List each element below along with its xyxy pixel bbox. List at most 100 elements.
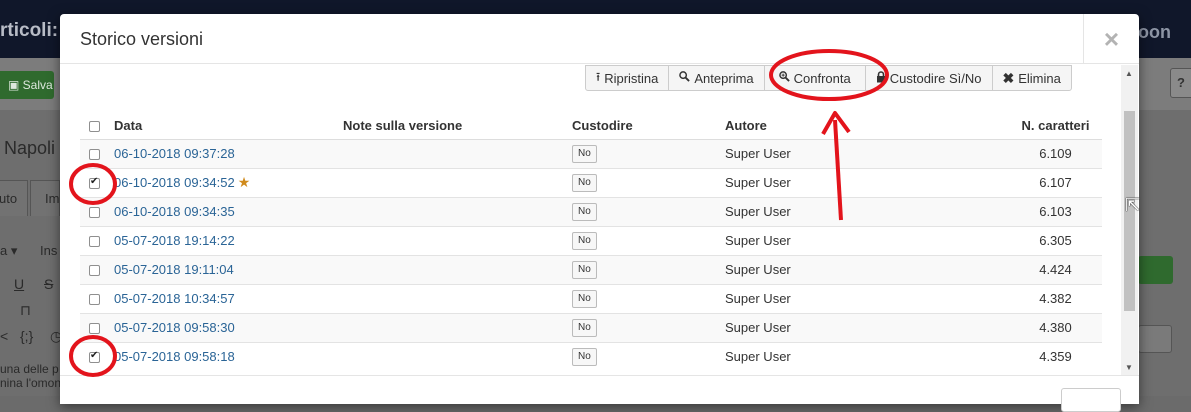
keep-toggle[interactable]: No [572,145,597,163]
bookmark-icon[interactable]: ⊓ [20,302,31,319]
row-select-cell [80,167,114,197]
table-row[interactable]: 05-07-2018 09:58:30 No Super User 4.380 [80,312,1102,342]
keep-cell: No [572,167,725,197]
row-checkbox[interactable] [89,236,100,248]
header-date[interactable]: Data [114,113,343,140]
notes-cell [343,225,572,255]
keep-toggle[interactable]: No [572,290,597,308]
keep-toggle[interactable]: No [572,319,597,337]
background-tab-content[interactable]: uto [0,180,28,216]
background-save-button[interactable]: ▣ Salva [0,71,54,99]
background-green-dropdown[interactable] [1138,256,1173,284]
version-date-link[interactable]: 05-07-2018 10:34:57 [114,291,235,306]
chars-cell: 4.382 [939,283,1102,313]
notes-cell [343,167,572,197]
scroll-up-arrow-icon[interactable]: ▲ [1125,69,1133,78]
background-select[interactable] [1138,325,1172,353]
background-page-title: rticoli: I [0,20,69,41]
version-date-link[interactable]: 05-07-2018 09:58:18 [114,349,235,364]
table-row[interactable]: 05-07-2018 09:58:18 No Super User4.359 [80,341,1102,371]
version-date-link[interactable]: 06-10-2018 09:34:52 [114,175,235,190]
keep-toggle[interactable]: No [572,174,597,192]
chars-cell: 4.380 [939,312,1102,342]
notes-cell [343,312,572,342]
header-keep: Custodire [572,113,725,140]
row-checkbox[interactable] [89,294,100,306]
upload-icon: ⭱ [596,69,601,84]
modal-scrollbar[interactable]: ▲ ▼ [1121,65,1138,375]
row-checkbox[interactable] [89,176,100,190]
version-date-link[interactable]: 06-10-2018 09:34:35 [114,204,235,219]
footer-button[interactable] [1061,388,1121,412]
version-date-link[interactable]: 05-07-2018 19:14:22 [114,233,235,248]
version-history-modal: Storico versioni × ⭱ Ripristina Anteprim… [60,14,1139,412]
keep-toggle-button[interactable]: Custodire Sì/No [864,65,993,91]
keep-toggle[interactable]: No [572,348,597,367]
chars-cell: 6.107 [939,167,1102,197]
author-cell: Super User [725,341,939,371]
notes-cell [343,138,572,168]
zoom-in-icon [778,71,790,85]
row-checkbox[interactable] [89,149,100,161]
keep-cell: No [572,283,725,313]
table-row[interactable]: 06-10-2018 09:34:35 No Super User 6.103 [80,196,1102,226]
versions-table: Data Note sulla versione Custodire Autor… [80,113,1102,371]
table-row[interactable]: 05-07-2018 19:14:22 No Super User 6.305 [80,225,1102,255]
search-icon [679,71,691,85]
chars-cell: 4.424 [939,254,1102,284]
background-text-line: nina l'omon [0,376,61,390]
background-menu-format[interactable]: a ▾ [0,243,17,259]
preview-label: Anteprima [694,70,754,86]
code-icon[interactable]: < [0,328,8,344]
version-date-link[interactable]: 05-07-2018 19:11:04 [114,262,234,277]
row-checkbox[interactable] [89,207,100,219]
delete-button[interactable]: ✖ Elimina [991,65,1072,91]
row-checkbox[interactable] [89,350,100,364]
save-icon: ▣ [8,78,23,92]
preview-button[interactable]: Anteprima [668,65,765,91]
braces-icon[interactable]: {;} [20,328,33,344]
scroll-down-arrow-icon[interactable]: ▼ [1125,363,1133,372]
background-body-text: una delle p nina l'omon [0,362,61,390]
row-select-cell [80,138,114,168]
notes-cell [343,341,572,371]
author-cell: Super User [725,167,939,197]
date-cell: 06-10-2018 09:37:28 [114,138,343,168]
row-checkbox[interactable] [89,323,100,335]
table-row[interactable]: 06-10-2018 09:34:52★ No Super User6.107 [80,167,1102,197]
keep-toggle[interactable]: No [572,261,597,279]
modal-title: Storico versioni [80,29,204,49]
row-select-cell [80,196,114,226]
background-tab-images[interactable]: Im [30,180,60,216]
close-icon: ✖ [1002,69,1015,86]
compare-label: Confronta [793,70,851,86]
keep-toggle[interactable]: No [572,232,597,250]
delete-label: Elimina [1018,70,1061,86]
table-row[interactable]: 05-07-2018 19:11:04 No Super User 4.424 [80,254,1102,284]
background-menu-insert[interactable]: Ins [40,243,57,258]
date-cell: 05-07-2018 09:58:30 [114,312,343,342]
author-cell: Super User [725,196,939,226]
strikethrough-icon[interactable]: S [44,276,53,292]
background-article-name: Napoli [4,138,56,158]
keep-cell: No [572,341,725,371]
version-date-link[interactable]: 05-07-2018 09:58:30 [114,320,235,335]
select-all-checkbox[interactable] [89,121,100,133]
restore-button[interactable]: ⭱ Ripristina [585,65,670,91]
background-text-line: una delle p [0,362,59,376]
close-button[interactable]: × [1083,14,1139,64]
author-cell: Super User [725,283,939,313]
table-row[interactable]: 05-07-2018 10:34:57 No Super User 4.382 [80,283,1102,313]
row-select-cell [80,254,114,284]
version-date-link[interactable]: 06-10-2018 09:37:28 [114,146,235,161]
underline-icon[interactable]: U [14,276,24,292]
chars-cell: 6.305 [939,225,1102,255]
author-cell: Super User [725,312,939,342]
compare-button[interactable]: Confronta [763,65,866,91]
keep-toggle[interactable]: No [572,203,597,221]
background-help-button[interactable]: ? [1170,68,1191,98]
mouse-cursor-icon: ⇱ [1125,195,1141,215]
row-checkbox[interactable] [89,265,100,277]
table-row[interactable]: 06-10-2018 09:37:28 No Super User 6.109 [80,138,1102,168]
author-cell: Super User [725,225,939,255]
